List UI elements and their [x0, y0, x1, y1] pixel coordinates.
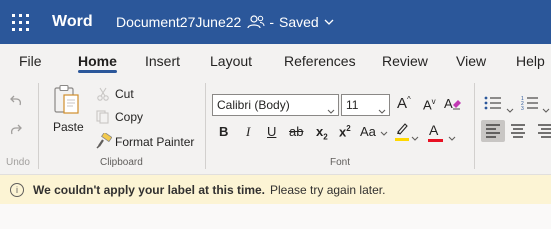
tab-home-label: Home [78, 53, 117, 69]
clear-formatting-icon[interactable]: A [444, 96, 462, 117]
chevron-down-icon [380, 131, 387, 136]
tab-insert[interactable]: Insert [145, 44, 180, 77]
group-divider [474, 83, 475, 169]
svg-text:3: 3 [521, 106, 524, 111]
document-canvas[interactable] [0, 204, 551, 229]
document-name[interactable]: Document27June22 [116, 14, 241, 30]
underline-button[interactable]: U [267, 124, 276, 139]
copy-button[interactable]: Copy [115, 110, 143, 124]
format-painter-icon[interactable] [96, 131, 113, 154]
bullets-icon[interactable] [484, 96, 502, 115]
chevron-down-icon[interactable] [506, 100, 514, 118]
align-right-icon[interactable] [537, 124, 551, 143]
superscript-index: 2 [346, 124, 351, 133]
grow-font-button[interactable]: A^ [397, 95, 411, 112]
align-center-icon[interactable] [510, 124, 526, 143]
shared-people-icon [247, 15, 265, 29]
tab-review[interactable]: Review [382, 44, 428, 77]
tab-layout[interactable]: Layout [210, 44, 252, 77]
undo-group-label: Undo [6, 157, 30, 168]
align-left-icon [486, 124, 500, 138]
highlight-color-swatch [395, 138, 409, 141]
undo-icon[interactable] [8, 93, 24, 114]
grow-font-label: A [397, 95, 408, 112]
cut-icon[interactable] [96, 87, 110, 106]
ribbon: Undo Paste Cut Copy Format Painter Clipb… [0, 77, 551, 175]
font-color-label: A [429, 122, 439, 138]
title-bar: Word Document27June22 - Saved [0, 0, 551, 44]
font-color-swatch [428, 139, 443, 142]
italic-button[interactable]: I [246, 124, 250, 140]
group-divider [38, 83, 39, 169]
chevron-down-icon[interactable] [327, 100, 335, 120]
paste-button[interactable]: Paste [53, 120, 84, 134]
app-launcher-button[interactable] [0, 0, 40, 44]
app-name[interactable]: Word [52, 13, 102, 31]
warning-message: Please try again later. [270, 182, 386, 197]
active-tab-indicator [78, 70, 117, 73]
tab-home[interactable]: Home [78, 44, 117, 77]
shrink-font-label: A [423, 97, 432, 113]
align-left-button[interactable] [481, 120, 505, 142]
paste-icon[interactable] [53, 84, 81, 121]
tab-help[interactable]: Help [516, 44, 545, 77]
font-name-value: Calibri (Body) [217, 98, 290, 112]
tab-file[interactable]: File [19, 44, 42, 77]
title-separator: - [269, 14, 274, 30]
save-status[interactable]: Saved [279, 14, 319, 30]
chevron-down-icon[interactable] [448, 128, 456, 146]
waffle-icon [11, 13, 29, 31]
redo-icon[interactable] [8, 122, 24, 143]
warning-title: We couldn't apply your label at this tim… [33, 182, 266, 197]
caret-down-icon: v [431, 97, 436, 106]
chevron-down-icon[interactable] [411, 128, 419, 146]
chevron-down-icon[interactable] [378, 100, 386, 120]
label-warning-bar: i We couldn't apply your label at this t… [0, 175, 551, 204]
info-icon: i [10, 182, 24, 197]
chevron-down-icon[interactable] [324, 19, 334, 25]
caret-up-icon: ^ [407, 95, 411, 104]
numbering-icon[interactable]: 123 [521, 95, 539, 116]
change-case-label: Aa [360, 124, 376, 139]
format-painter-button[interactable]: Format Painter [115, 135, 194, 149]
font-size-value: 11 [346, 98, 359, 112]
group-divider [205, 83, 206, 169]
ribbon-tabs: File Home Insert Layout References Revie… [0, 44, 551, 77]
font-color-button[interactable]: A [428, 122, 443, 142]
shrink-font-button[interactable]: Av [423, 97, 436, 112]
superscript-button[interactable]: x2 [339, 124, 351, 139]
subscript-button[interactable]: x2 [316, 124, 328, 142]
clipboard-group-label: Clipboard [100, 157, 143, 168]
tab-view[interactable]: View [456, 44, 486, 77]
highlight-color-button[interactable] [395, 122, 409, 141]
bold-button[interactable]: B [219, 124, 228, 139]
chevron-down-icon[interactable] [542, 100, 550, 118]
svg-text:A: A [444, 96, 453, 111]
copy-icon[interactable] [96, 110, 110, 129]
font-name-combobox[interactable]: Calibri (Body) [212, 94, 339, 116]
cut-button[interactable]: Cut [115, 87, 134, 101]
subscript-index: 2 [323, 132, 328, 142]
change-case-button[interactable]: Aa [360, 124, 388, 139]
font-group-label: Font [330, 157, 351, 168]
font-size-combobox[interactable]: 11 [341, 94, 390, 116]
tab-references[interactable]: References [284, 44, 356, 77]
strikethrough-button[interactable]: ab [289, 124, 303, 139]
highlighter-icon [397, 123, 408, 135]
